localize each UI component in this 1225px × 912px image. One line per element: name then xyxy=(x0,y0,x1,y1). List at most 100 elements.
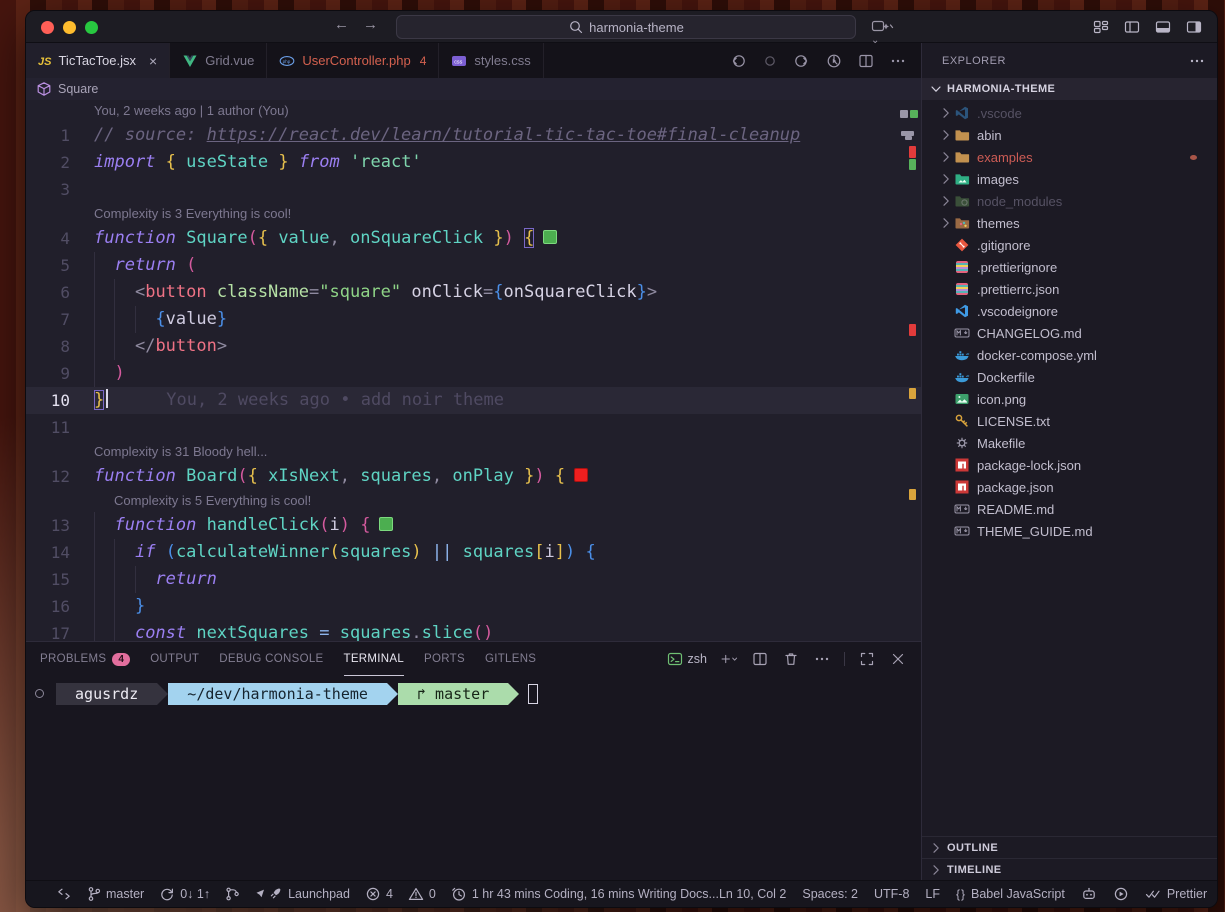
breadcrumb[interactable]: Square xyxy=(26,78,921,100)
code-line-13[interactable]: 13 function handleClick(i) { xyxy=(26,512,921,539)
status-formatter[interactable]: Prettier xyxy=(1145,886,1207,902)
status-git-sync[interactable]: 0↓ 1↑ xyxy=(159,886,210,902)
file-README.md[interactable]: README.md xyxy=(922,498,1217,520)
folder-images[interactable]: images xyxy=(922,168,1217,190)
history-back-arrow-icon[interactable]: ← xyxy=(334,16,349,33)
trash-icon[interactable] xyxy=(782,650,800,668)
folder-.vscode[interactable]: .vscode xyxy=(922,102,1217,124)
panel-tab-ports[interactable]: PORTS xyxy=(424,642,465,676)
tab-UserController.php[interactable]: php UserController.php 4 xyxy=(267,43,440,78)
codelens[interactable]: Complexity is 3 Everything is cool! xyxy=(26,203,921,225)
plus-icon[interactable] xyxy=(720,650,738,668)
panel-tab-gitlens[interactable]: GITLENS xyxy=(485,642,536,676)
status-indentation[interactable]: Spaces: 2 xyxy=(802,887,858,901)
nav-forward-icon[interactable] xyxy=(793,52,811,70)
code-line-1[interactable]: 1 // source: https://react.dev/learn/tuto… xyxy=(26,122,921,149)
code-line-17[interactable]: 17 const nextSquares = squares.slice() xyxy=(26,620,921,641)
file-package-lock.json[interactable]: package-lock.json xyxy=(922,454,1217,476)
workspace-root-folder[interactable]: HARMONIA-THEME xyxy=(922,78,1217,100)
status-problems-warnings[interactable]: 0 xyxy=(408,886,436,902)
codelens[interactable]: Complexity is 31 Bloody hell... xyxy=(26,441,921,463)
zoom-window-button[interactable] xyxy=(85,20,98,34)
code-line-6[interactable]: 6 <button className="square" onClick={on… xyxy=(26,279,921,306)
status-copilot[interactable] xyxy=(1081,886,1097,902)
file-.vscodeignore[interactable]: .vscodeignore xyxy=(922,300,1217,322)
command-center-search[interactable]: harmonia-theme xyxy=(396,15,856,39)
close-icon[interactable] xyxy=(889,650,907,668)
code-line-14[interactable]: 14 if (calculateWinner(squares) || squar… xyxy=(26,539,921,566)
codelens[interactable]: You, 2 weeks ago | 1 author (You) xyxy=(26,100,921,122)
file-icon.png[interactable]: icon.png xyxy=(922,388,1217,410)
run-circle-icon[interactable] xyxy=(825,52,843,70)
status-encoding[interactable]: UTF-8 xyxy=(874,887,909,901)
timeline-section[interactable]: TIMELINE xyxy=(922,858,1217,880)
status-git-graph[interactable] xyxy=(225,886,240,902)
close-tab-icon[interactable]: × xyxy=(149,53,157,69)
status-run-task[interactable] xyxy=(1113,886,1129,902)
status-remote-indicator[interactable] xyxy=(56,886,72,902)
status-launchpad[interactable]: Launchpad xyxy=(255,886,350,902)
file-.gitignore[interactable]: .gitignore xyxy=(922,234,1217,256)
code-editor[interactable]: You, 2 weeks ago | 1 author (You) 1 // sou… xyxy=(26,100,921,641)
nav-back-icon[interactable] xyxy=(729,52,747,70)
terminal[interactable]: agusrdz ~/dev/harmonia-theme ↱ master xyxy=(26,676,921,880)
tab-Grid.vue[interactable]: Grid.vue xyxy=(170,43,268,78)
folder-examples[interactable]: examples xyxy=(922,146,1217,168)
split-editor-icon[interactable] xyxy=(751,650,769,668)
toggle-secondary-sidebar-icon[interactable] xyxy=(1185,18,1203,36)
tab-styles.css[interactable]: css styles.css xyxy=(439,43,544,78)
codelens[interactable]: Complexity is 5 Everything is cool! xyxy=(26,490,921,512)
status-time-tracker[interactable]: 1 hr 43 mins Coding, 16 mins Writing Doc… xyxy=(451,886,719,902)
file-THEME_GUIDE.md[interactable]: THEME_GUIDE.md xyxy=(922,520,1217,542)
code-line-11[interactable]: 11 xyxy=(26,414,921,441)
code-line-15[interactable]: 15 return xyxy=(26,566,921,593)
history-forward-arrow-icon[interactable]: → xyxy=(363,16,378,33)
customize-layout-icon[interactable] xyxy=(1092,18,1110,36)
status-git-branch[interactable]: master xyxy=(87,886,144,902)
terminal-shell-item[interactable]: zsh xyxy=(667,651,707,667)
minimize-window-button[interactable] xyxy=(63,20,76,34)
status-problems-errors[interactable]: 4 xyxy=(365,886,393,902)
maximize-icon[interactable] xyxy=(858,650,876,668)
file-package.json[interactable]: package.json xyxy=(922,476,1217,498)
nav-dot-icon[interactable] xyxy=(761,52,779,70)
code-line-5[interactable]: 5 return ( xyxy=(26,252,921,279)
folder-themes[interactable]: themes xyxy=(922,212,1217,234)
toggle-panel-icon[interactable] xyxy=(1154,18,1172,36)
code-line-8[interactable]: 8 </button> xyxy=(26,333,921,360)
file-.prettierignore[interactable]: .prettierignore xyxy=(922,256,1217,278)
file-LICENSE.txt[interactable]: LICENSE.txt xyxy=(922,410,1217,432)
more-icon[interactable] xyxy=(813,650,831,668)
code-line-4[interactable]: 4 function Square({ value, onSquareClick … xyxy=(26,225,921,252)
close-window-button[interactable] xyxy=(41,20,54,34)
more-icon[interactable] xyxy=(889,52,907,70)
folder-abin[interactable]: abin xyxy=(922,124,1217,146)
toggle-primary-sidebar-icon[interactable] xyxy=(1123,18,1141,36)
outline-section[interactable]: OUTLINE xyxy=(922,836,1217,858)
code-line-9[interactable]: 9 ) xyxy=(26,360,921,387)
file-docker-compose.yml[interactable]: docker-compose.yml xyxy=(922,344,1217,366)
code-line-7[interactable]: 7 {value} xyxy=(26,306,921,333)
file-Makefile[interactable]: Makefile xyxy=(922,432,1217,454)
folder-node_modules[interactable]: node_modules xyxy=(922,190,1217,212)
panel-tab-debug-console[interactable]: DEBUG CONSOLE xyxy=(219,642,323,676)
split-editor-icon[interactable] xyxy=(857,52,875,70)
panel-tab-problems[interactable]: PROBLEMS 4 xyxy=(40,642,131,676)
code-line-10[interactable]: 10} You, 2 weeks ago • add noir theme xyxy=(26,387,921,414)
layout-dropdown-icon[interactable]: ⌄ xyxy=(871,18,895,52)
code-line-12[interactable]: 12 function Board({ xIsNext, squares, onP… xyxy=(26,463,921,490)
status-language-mode[interactable]: {} Babel JavaScript xyxy=(956,887,1065,901)
code-line-3[interactable]: 3 xyxy=(26,176,921,203)
code-line-2[interactable]: 2 import { useState } from 'react' xyxy=(26,149,921,176)
explorer-more-icon[interactable] xyxy=(1189,53,1205,69)
panel-tab-terminal[interactable]: TERMINAL xyxy=(344,642,405,676)
panel-tab-output[interactable]: OUTPUT xyxy=(150,642,199,676)
file-.prettierrc.json[interactable]: .prettierrc.json xyxy=(922,278,1217,300)
file-CHANGELOG.md[interactable]: CHANGELOG.md xyxy=(922,322,1217,344)
code-line-16[interactable]: 16 } xyxy=(26,593,921,620)
status-eol[interactable]: LF xyxy=(925,887,940,901)
status-cursor-position[interactable]: Ln 10, Col 2 xyxy=(719,887,786,901)
file-Dockerfile[interactable]: Dockerfile xyxy=(922,366,1217,388)
tab-TicTacToe.jsx[interactable]: JS TicTacToe.jsx × xyxy=(26,43,171,78)
